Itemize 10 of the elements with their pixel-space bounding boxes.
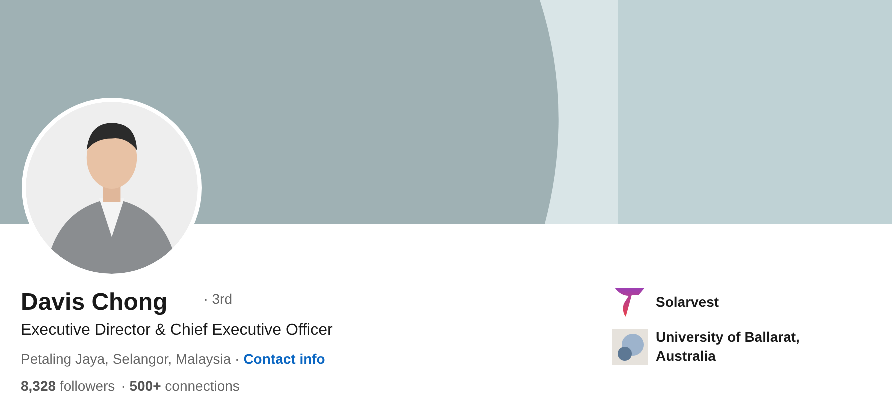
profile-name: Davis Chong xyxy=(21,288,168,318)
headline: Executive Director & Chief Executive Officer xyxy=(21,322,333,340)
stat-text: · 500+ connections xyxy=(121,378,240,394)
contact-info-link[interactable]: Contact info xyxy=(244,351,326,367)
affiliation-link[interactable]: Solarvest xyxy=(656,292,826,312)
affiliation-link[interactable]: University of Ballarat, Australia xyxy=(656,328,826,366)
stat-text: 8,328 followers xyxy=(21,378,116,394)
connection-degree: · 3rd xyxy=(204,291,232,307)
location: Petaling Jaya, Selangor, Malaysia · xyxy=(21,351,240,367)
logo-icon xyxy=(612,329,648,365)
